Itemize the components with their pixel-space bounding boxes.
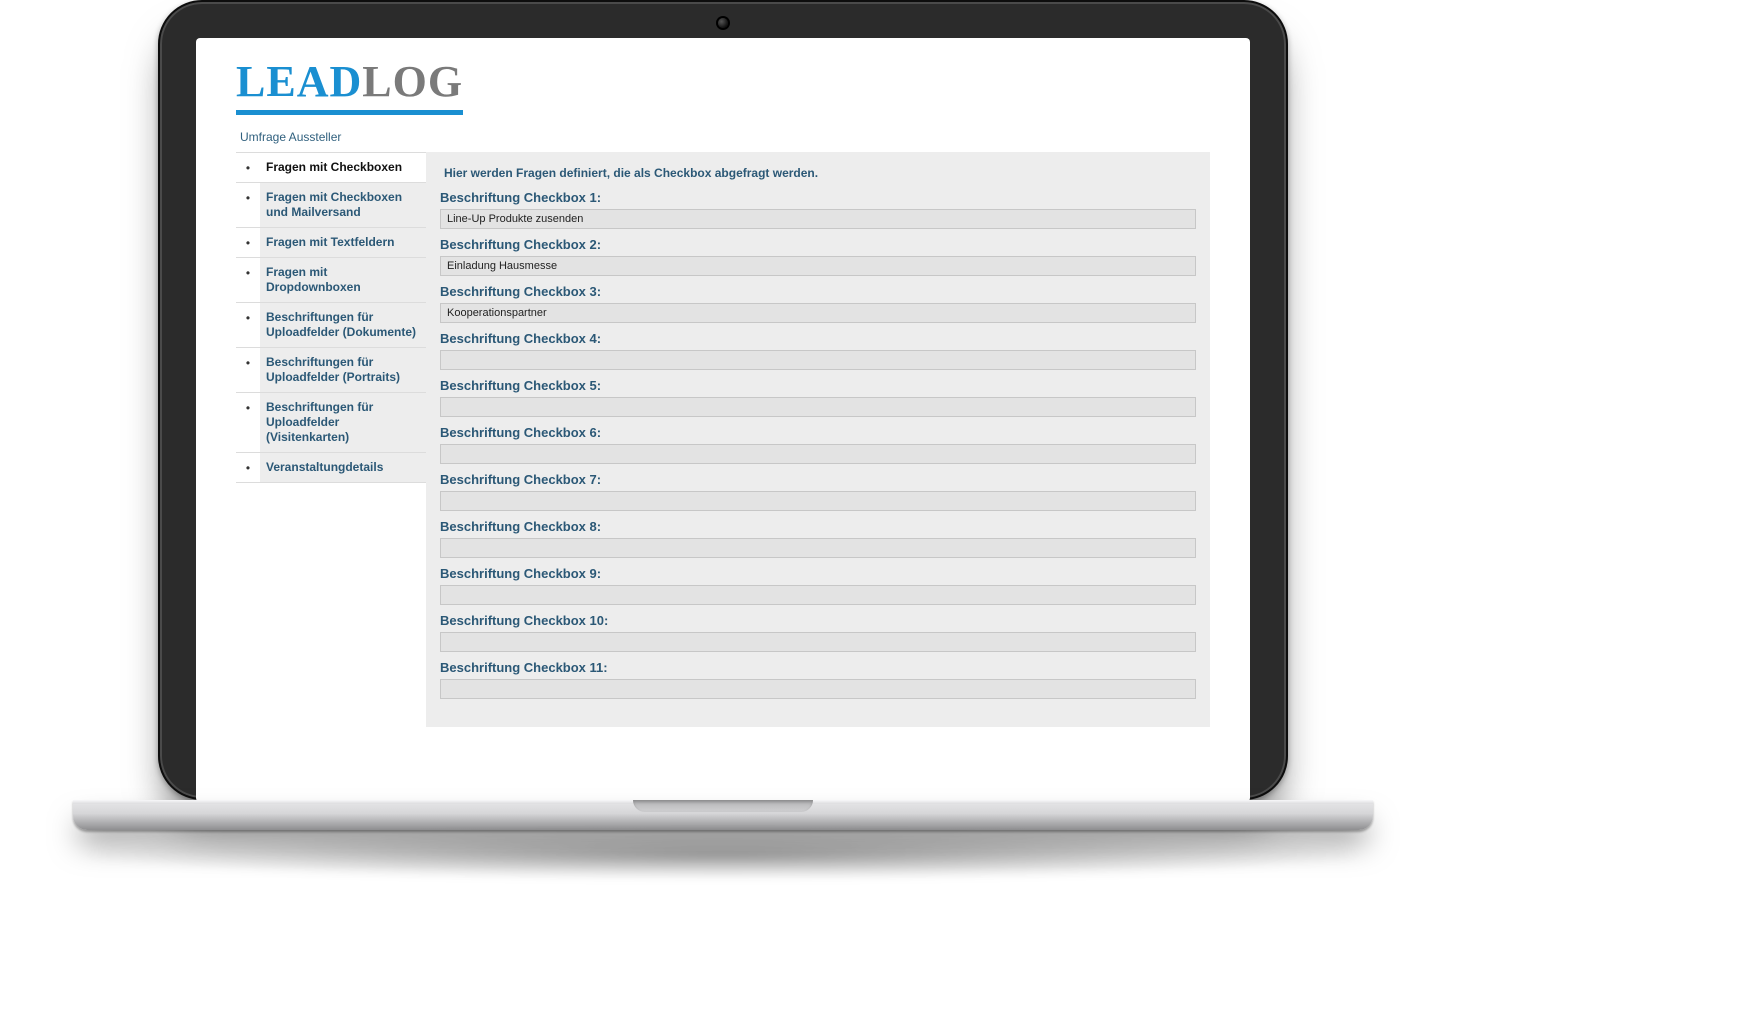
checkbox-label-field: Beschriftung Checkbox 7:: [440, 472, 1196, 511]
field-input[interactable]: [440, 350, 1196, 370]
bullet-icon: •: [236, 303, 260, 325]
content-layout: •Fragen mit Checkboxen•Fragen mit Checkb…: [236, 152, 1210, 727]
field-label: Beschriftung Checkbox 10:: [440, 613, 1196, 628]
field-input[interactable]: [440, 679, 1196, 699]
checkbox-label-field: Beschriftung Checkbox 5:: [440, 378, 1196, 417]
sidebar-item[interactable]: •Beschriftungen für Uploadfelder (Visite…: [236, 392, 426, 452]
panel-intro: Hier werden Fragen definiert, die als Ch…: [440, 162, 1196, 190]
field-input[interactable]: [440, 491, 1196, 511]
laptop-mockup: LEADLOG Umfrage Aussteller •Fragen mit C…: [158, 0, 1288, 880]
laptop-base: [73, 800, 1373, 830]
app-page: LEADLOG Umfrage Aussteller •Fragen mit C…: [196, 38, 1250, 727]
field-input[interactable]: [440, 397, 1196, 417]
checkbox-label-field: Beschriftung Checkbox 1:: [440, 190, 1196, 229]
bullet-icon: •: [236, 393, 260, 415]
logo: LEADLOG: [236, 60, 463, 110]
field-input[interactable]: [440, 538, 1196, 558]
main-panel: Hier werden Fragen definiert, die als Ch…: [426, 152, 1210, 727]
checkbox-label-field: Beschriftung Checkbox 9:: [440, 566, 1196, 605]
sidebar-item-label: Fragen mit Checkboxen: [260, 153, 426, 182]
sidebar-item-label: Veranstaltungdetails: [260, 453, 426, 482]
sidebar-item[interactable]: •Fragen mit Checkboxen: [236, 152, 426, 182]
sidebar-item[interactable]: •Veranstaltungdetails: [236, 452, 426, 483]
sidebar-item[interactable]: •Fragen mit Dropdownboxen: [236, 257, 426, 302]
camera-icon: [718, 18, 728, 28]
checkbox-label-field: Beschriftung Checkbox 8:: [440, 519, 1196, 558]
checkbox-label-field: Beschriftung Checkbox 11:: [440, 660, 1196, 699]
screen-bezel: LEADLOG Umfrage Aussteller •Fragen mit C…: [196, 38, 1250, 802]
sidebar-item[interactable]: •Fragen mit Textfeldern: [236, 227, 426, 257]
field-label: Beschriftung Checkbox 1:: [440, 190, 1196, 205]
laptop-notch: [633, 800, 813, 812]
field-input[interactable]: [440, 585, 1196, 605]
sidebar-item-label: Beschriftungen für Uploadfelder (Portrai…: [260, 348, 426, 392]
field-label: Beschriftung Checkbox 5:: [440, 378, 1196, 393]
sidebar: •Fragen mit Checkboxen•Fragen mit Checkb…: [236, 152, 426, 483]
sidebar-item-label: Fragen mit Checkboxen und Mailversand: [260, 183, 426, 227]
field-input[interactable]: [440, 632, 1196, 652]
field-label: Beschriftung Checkbox 2:: [440, 237, 1196, 252]
field-label: Beschriftung Checkbox 7:: [440, 472, 1196, 487]
bullet-icon: •: [236, 453, 260, 475]
field-label: Beschriftung Checkbox 4:: [440, 331, 1196, 346]
field-label: Beschriftung Checkbox 9:: [440, 566, 1196, 581]
sidebar-item[interactable]: •Beschriftungen für Uploadfelder (Portra…: [236, 347, 426, 392]
field-label: Beschriftung Checkbox 3:: [440, 284, 1196, 299]
bullet-icon: •: [236, 153, 260, 175]
field-input[interactable]: [440, 303, 1196, 323]
sidebar-item-label: Fragen mit Dropdownboxen: [260, 258, 426, 302]
checkbox-label-field: Beschriftung Checkbox 4:: [440, 331, 1196, 370]
bullet-icon: •: [236, 228, 260, 250]
sidebar-item-label: Fragen mit Textfeldern: [260, 228, 426, 257]
checkbox-label-field: Beschriftung Checkbox 6:: [440, 425, 1196, 464]
sidebar-item-label: Beschriftungen für Uploadfelder (Dokumen…: [260, 303, 426, 347]
field-input[interactable]: [440, 256, 1196, 276]
bullet-icon: •: [236, 258, 260, 280]
logo-part-log: LOG: [362, 57, 463, 115]
screen: LEADLOG Umfrage Aussteller •Fragen mit C…: [196, 38, 1250, 802]
field-label: Beschriftung Checkbox 8:: [440, 519, 1196, 534]
logo-part-lead: LEAD: [236, 57, 362, 115]
bullet-icon: •: [236, 183, 260, 205]
checkbox-label-field: Beschriftung Checkbox 2:: [440, 237, 1196, 276]
checkbox-label-field: Beschriftung Checkbox 10:: [440, 613, 1196, 652]
laptop-lid: LEADLOG Umfrage Aussteller •Fragen mit C…: [158, 0, 1288, 800]
checkbox-label-field: Beschriftung Checkbox 3:: [440, 284, 1196, 323]
page-subtitle: Umfrage Aussteller: [240, 130, 1210, 144]
field-label: Beschriftung Checkbox 11:: [440, 660, 1196, 675]
sidebar-item-label: Beschriftungen für Uploadfelder (Visiten…: [260, 393, 426, 452]
bullet-icon: •: [236, 348, 260, 370]
sidebar-item[interactable]: •Fragen mit Checkboxen und Mailversand: [236, 182, 426, 227]
sidebar-item[interactable]: •Beschriftungen für Uploadfelder (Dokume…: [236, 302, 426, 347]
field-input[interactable]: [440, 444, 1196, 464]
field-input[interactable]: [440, 209, 1196, 229]
field-label: Beschriftung Checkbox 6:: [440, 425, 1196, 440]
laptop-shadow: [73, 830, 1373, 880]
